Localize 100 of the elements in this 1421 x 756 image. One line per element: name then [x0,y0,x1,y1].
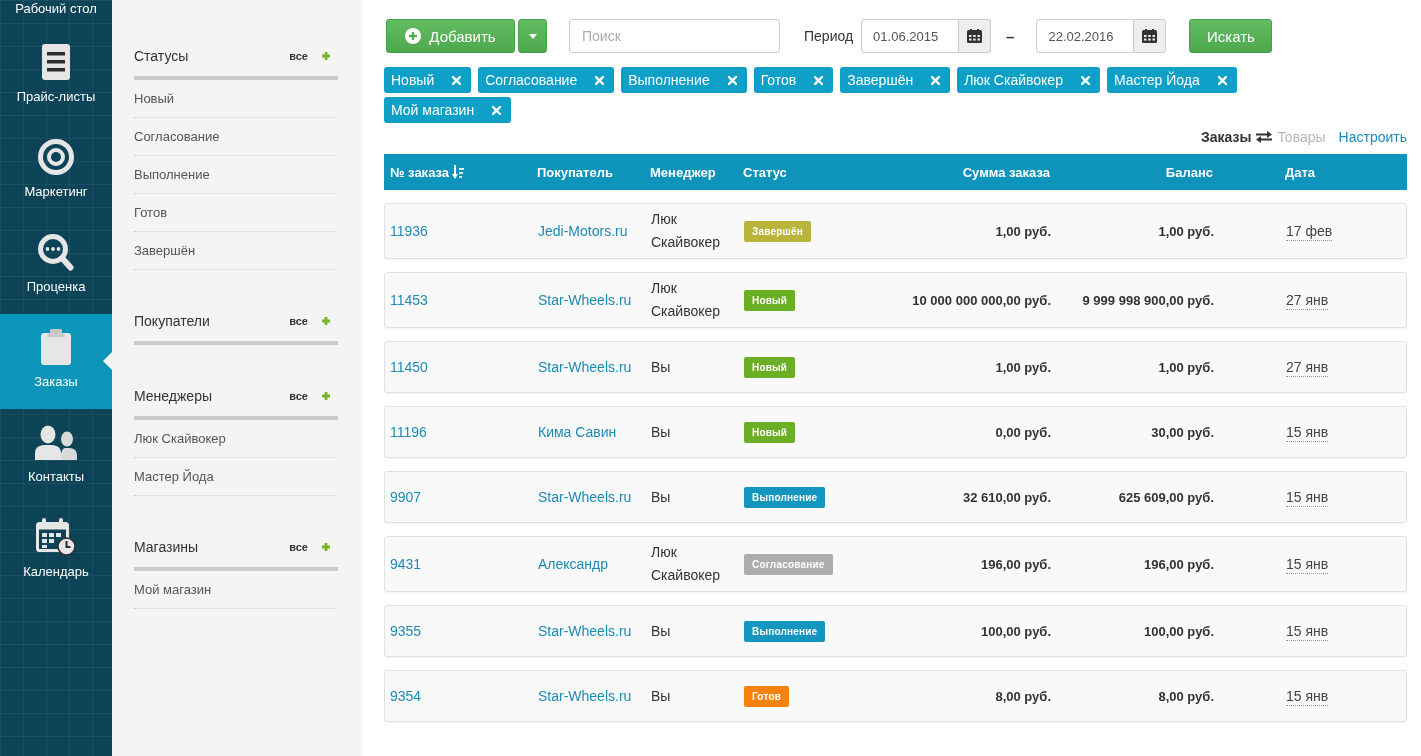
filter-item[interactable]: Люк Скайвокер [134,420,336,458]
status-badge: Новый [744,289,796,311]
filter-item[interactable]: Согласование [134,118,336,156]
close-icon[interactable] [492,105,502,115]
order-number-link[interactable]: 11453 [390,292,428,308]
customer-link[interactable]: Star-Wheels.ru [538,623,632,639]
order-total: 0,00 руб. [995,424,1051,440]
search-icon [38,233,74,271]
nav-item[interactable]: Заказы [0,314,112,409]
order-total: 196,00 руб. [981,556,1051,572]
order-total: 8,00 руб. [995,688,1051,704]
tag-label: Готов [760,72,797,88]
customer-link[interactable]: Star-Wheels.ru [538,688,632,704]
filter-item[interactable]: Новый [134,80,336,118]
order-number-link[interactable]: 9431 [390,556,422,572]
caret-icon [528,33,537,39]
balance-amount: 625 609,00 руб. [1118,489,1214,505]
order-number-link[interactable]: 11936 [390,223,428,239]
column-header: Покупатель [537,164,613,180]
status-badge: Новый [744,421,796,443]
nav-item[interactable]: Маркетинг [0,124,112,219]
date-field[interactable]: 01.06.2015 [861,19,960,53]
close-icon[interactable] [1080,75,1090,85]
balance-amount: 9 999 998 900,00 руб. [1082,292,1214,308]
filter-item[interactable]: Выполнение [134,156,336,194]
target-icon [38,139,74,175]
view-option[interactable]: Заказы [1200,129,1252,145]
clipboard-icon [41,329,71,365]
manager-name: Вы [651,487,671,507]
status-badge: Готов [744,685,790,707]
show-all-link[interactable]: все [289,541,308,553]
manager-name: Вы [651,422,671,442]
section-title: Менеджеры [134,388,213,404]
nav-item[interactable]: Рабочий стол [0,0,112,29]
column-header: Менеджер [650,164,716,180]
order-date: 15 янв [1286,686,1329,706]
balance-amount: 1,00 руб. [1158,223,1214,239]
manager-name: Люк Скайвокер [651,543,722,585]
tag-label: Мастер Йода [1113,72,1200,88]
nav-item[interactable]: Прайс-листы [0,29,112,124]
calendar-icon [967,29,983,43]
plus-icon [322,392,330,400]
status-badge: Выполнение [744,620,826,642]
order-date: 27 янв [1286,357,1329,377]
swap-icon [1256,131,1273,143]
filter-item[interactable]: Мастер Йода [134,458,336,496]
customer-link[interactable]: Александр [538,556,609,572]
filter-item[interactable]: Мой магазин [134,571,336,609]
document-icon [42,44,70,80]
search-field[interactable]: Поиск [569,19,780,53]
customer-link[interactable]: Star-Wheels.ru [538,292,632,308]
settings-link[interactable]: Настроить [1338,129,1407,145]
close-icon[interactable] [595,75,605,85]
order-number-link[interactable]: 9355 [390,623,422,639]
order-date: 15 янв [1286,487,1329,507]
tag-label: Люк Скайвокер [964,72,1063,88]
section-title: Магазины [134,539,200,555]
section-title: Покупатели [134,313,211,329]
nav-item[interactable]: Контакты [0,409,112,504]
plus-circle-icon [405,28,422,44]
tag-label: Согласование [485,72,578,88]
nav-item[interactable]: Проценка [0,219,112,314]
customer-link[interactable]: Кима Савин [538,424,617,440]
show-all-link[interactable]: все [289,390,308,402]
filter-item[interactable]: Готов [134,194,336,232]
balance-amount: 196,00 руб. [1144,556,1214,572]
order-number-link[interactable]: 11196 [390,424,427,440]
dropdown-button[interactable] [518,19,547,53]
manager-name: Люк Скайвокер [651,279,722,321]
show-all-link[interactable]: все [289,50,308,62]
order-total: 10 000 000 000,00 руб. [912,292,1051,308]
order-date: 15 янв [1286,621,1329,641]
period-label: Период [804,28,854,44]
order-number-link[interactable]: 9354 [390,688,422,704]
close-icon[interactable] [452,75,462,85]
column-header: № заказа [390,164,450,180]
customer-link[interactable]: Jedi-Motors.ru [538,223,628,239]
close-icon[interactable] [1217,75,1227,85]
nav-item[interactable]: Календарь [0,504,112,599]
customer-link[interactable]: Star-Wheels.ru [538,359,632,375]
close-icon[interactable] [931,75,941,85]
order-date: 17 фев [1286,221,1333,241]
date-field[interactable]: 22.02.2016 [1036,19,1135,53]
order-total: 1,00 руб. [995,223,1051,239]
close-icon[interactable] [814,75,824,85]
status-badge: Выполнение [744,486,826,508]
column-header: Баланс [1165,164,1213,180]
customer-link[interactable]: Star-Wheels.ru [538,489,632,505]
plus-icon [322,317,330,325]
section-title: Статусы [134,48,190,64]
order-number-link[interactable]: 11450 [390,359,428,375]
tag-label: Мой магазин [391,102,475,118]
calendar-button[interactable] [959,19,992,53]
order-date: 15 янв [1286,422,1329,442]
order-number-link[interactable]: 9907 [390,489,422,505]
balance-amount: 100,00 руб. [1144,623,1214,639]
calendar-button[interactable] [1134,19,1167,53]
close-icon[interactable] [727,75,737,85]
show-all-link[interactable]: все [289,315,308,327]
filter-item[interactable]: Завершён [134,232,336,270]
